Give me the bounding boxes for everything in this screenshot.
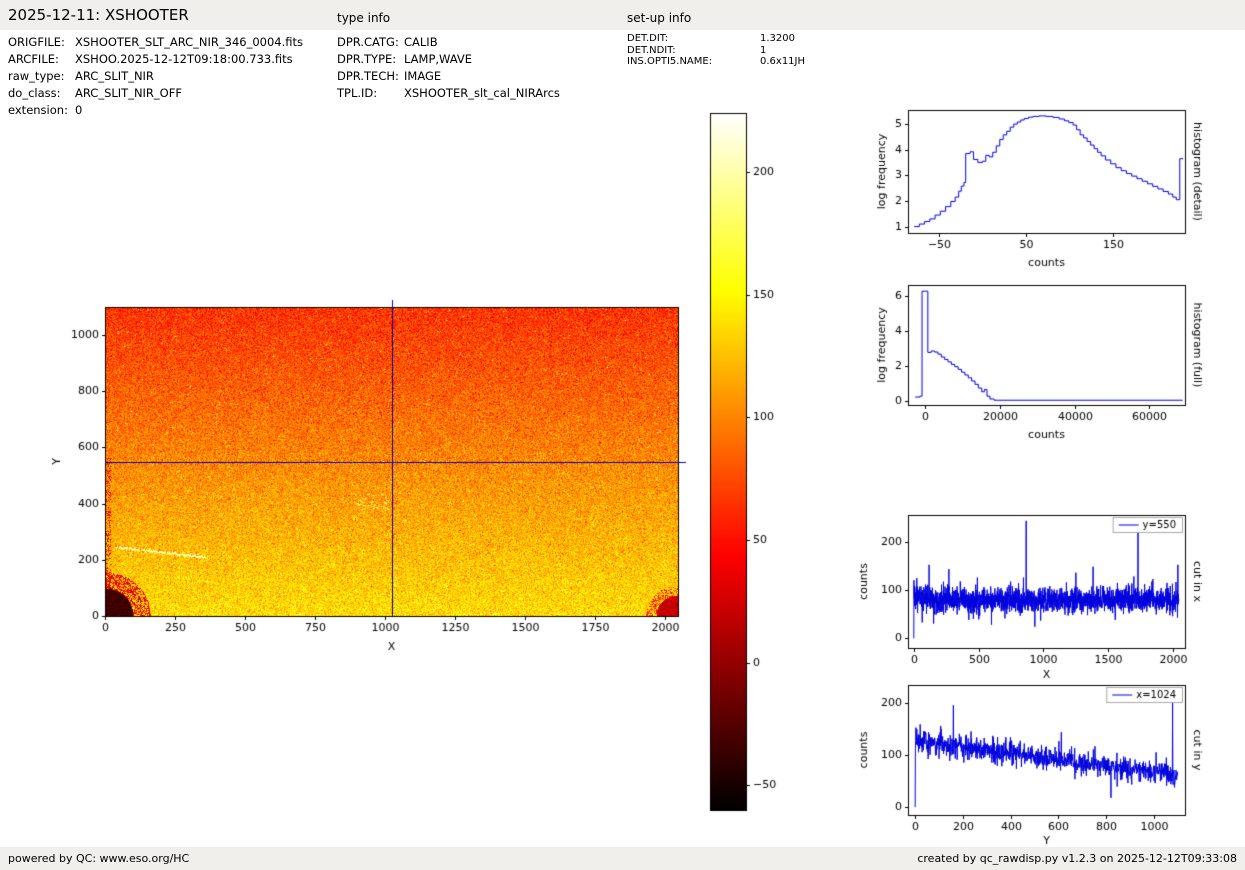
extension-label: extension: [8,103,68,117]
file-info-row: raw_type: ARC_SLIT_NIR [8,68,303,85]
colorbar [700,100,796,825]
det-dit-label: DET.DIT: [627,33,669,44]
tpl-id-label: TPL.ID: [337,86,378,100]
det-dit-value: 1.3200 [760,33,795,44]
dpr-tech-value: IMAGE [404,69,442,83]
tpl-id-value: XSHOOTER_slt_cal_NIRArcs [404,86,560,100]
doclass-value: ARC_SLIT_NIR_OFF [75,86,182,100]
dpr-type-label: DPR.TYPE: [337,52,397,66]
cut-in-y-plot [840,670,1220,848]
setup-info-row: DET.NDIT: 1 [627,45,805,57]
dpr-catg-label: DPR.CATG: [337,35,399,49]
file-info-block: ORIGFILE: XSHOOTER_SLT_ARC_NIR_346_0004.f… [8,34,303,119]
type-info-row: DPR.CATG: CALIB [337,34,560,51]
ins-opti5-label: INS.OPTI5.NAME: [627,56,713,67]
page-title: 2025-12-11: XSHOOTER [8,6,189,24]
doclass-label: do_class: [8,86,61,100]
footer-credit: powered by QC: www.eso.org/HC [8,852,190,865]
histogram-full-plot [840,270,1220,455]
file-info-row: ARCFILE: XSHOO.2025-12-12T09:18:00.733.fi… [8,51,303,68]
ins-opti5-value: 0.6x11JH [760,56,806,67]
file-info-row: extension: 0 [8,102,303,119]
type-info-block: DPR.CATG: CALIB DPR.TYPE: LAMP,WAVE DPR.TE… [337,34,560,102]
detector-image-plot [30,280,710,665]
origfile-value: XSHOOTER_SLT_ARC_NIR_346_0004.fits [75,35,304,49]
setup-info-row: DET.DIT: 1.3200 [627,33,805,45]
file-info-row: ORIGFILE: XSHOOTER_SLT_ARC_NIR_346_0004.f… [8,34,303,51]
setup-info-heading: set-up info [627,11,692,25]
type-info-row: TPL.ID: XSHOOTER_slt_cal_NIRArcs [337,85,560,102]
type-info-heading: type info [337,11,391,25]
file-info-row: do_class: ARC_SLIT_NIR_OFF [8,85,303,102]
rawtype-value: ARC_SLIT_NIR [75,69,154,83]
arcfile-label: ARCFILE: [8,52,59,66]
qc-report-page: 2025-12-11: XSHOOTER type info set-up in… [0,0,1245,870]
dpr-tech-label: DPR.TECH: [337,69,399,83]
footer-created: created by qc_rawdisp.py v1.2.3 on 2025-… [917,852,1237,865]
histogram-detail-plot [840,95,1220,280]
type-info-row: DPR.TYPE: LAMP,WAVE [337,51,560,68]
rawtype-label: raw_type: [8,69,65,83]
dpr-type-value: LAMP,WAVE [404,52,473,66]
type-info-row: DPR.TECH: IMAGE [337,68,560,85]
det-ndit-label: DET.NDIT: [627,44,676,56]
setup-info-block: DET.DIT: 1.3200 DET.NDIT: 1 INS.OPTI5.NAME… [627,33,805,68]
footer-bar: powered by QC: www.eso.org/HC created by… [0,847,1245,870]
dpr-catg-value: CALIB [404,35,438,49]
det-ndit-value: 1 [760,44,767,56]
arcfile-value: XSHOO.2025-12-12T09:18:00.733.fits [75,52,293,66]
cut-in-x-plot [840,500,1220,685]
setup-info-row: INS.OPTI5.NAME: 0.6x11JH [627,56,805,68]
header-bar: 2025-12-11: XSHOOTER type info set-up in… [0,0,1245,30]
extension-value: 0 [75,103,83,117]
origfile-label: ORIGFILE: [8,35,65,49]
